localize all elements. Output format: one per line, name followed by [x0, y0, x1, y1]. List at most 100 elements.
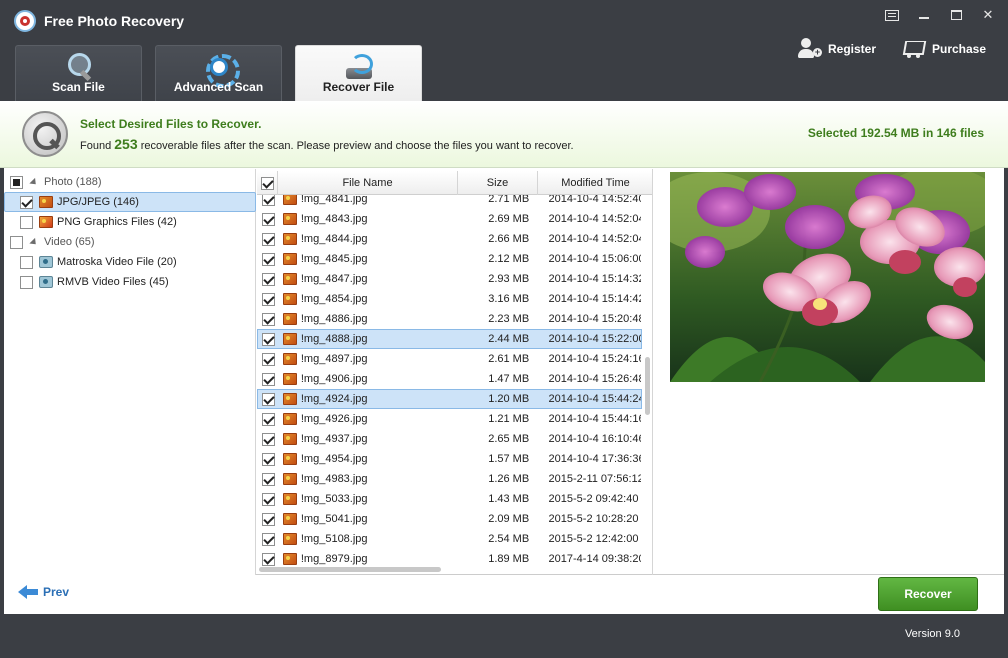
- file-name-cell: !mg_4983.jpg: [279, 473, 458, 485]
- image-file-icon: [282, 253, 297, 265]
- minimize-button[interactable]: [908, 4, 940, 26]
- tree-checkbox[interactable]: [20, 255, 33, 269]
- info-description: Found 253 recoverable files after the sc…: [80, 136, 574, 152]
- tab-scan-file[interactable]: Scan File: [15, 45, 142, 101]
- image-file-icon: [282, 413, 297, 425]
- row-checkbox[interactable]: [261, 195, 275, 206]
- table-row[interactable]: !mg_4854.jpg 3.16 MB 2014-10-4 15:14:42: [257, 289, 642, 309]
- register-button[interactable]: + Register: [798, 38, 876, 60]
- close-button[interactable]: ✕: [972, 4, 1004, 26]
- table-row[interactable]: !mg_4843.jpg 2.69 MB 2014-10-4 14:52:04: [257, 209, 642, 229]
- tree-item-jpg[interactable]: JPG/JPEG (146): [4, 192, 256, 212]
- row-checkbox[interactable]: [261, 212, 275, 226]
- row-checkbox[interactable]: [261, 532, 275, 546]
- table-row[interactable]: !mg_5033.jpg 1.43 MB 2015-5-2 09:42:40: [257, 489, 642, 509]
- tree-item-png[interactable]: PNG Graphics Files (42): [4, 212, 256, 232]
- row-checkbox[interactable]: [261, 492, 275, 506]
- tree-checkbox[interactable]: [10, 175, 23, 189]
- table-row[interactable]: !mg_5108.jpg 2.54 MB 2015-5-2 12:42:00: [257, 529, 642, 549]
- tree-checkbox[interactable]: [20, 195, 33, 209]
- file-name: !mg_4854.jpg: [300, 293, 368, 305]
- file-name-cell: !mg_5033.jpg: [279, 493, 458, 505]
- file-name-cell: !mg_4888.jpg: [279, 333, 458, 345]
- table-row[interactable]: !mg_5041.jpg 2.09 MB 2015-5-2 10:28:20: [257, 509, 642, 529]
- row-checkbox[interactable]: [261, 272, 275, 286]
- column-file-name[interactable]: File Name: [278, 171, 458, 195]
- tree-item-video[interactable]: Video (65): [4, 232, 256, 252]
- row-checkbox[interactable]: [261, 332, 275, 346]
- row-checkbox[interactable]: [261, 452, 275, 466]
- horizontal-scrollbar[interactable]: [259, 567, 441, 572]
- video-file-icon: [39, 276, 53, 288]
- register-label: Register: [828, 42, 877, 56]
- file-name: !mg_4888.jpg: [300, 333, 368, 345]
- column-size[interactable]: Size: [458, 171, 538, 195]
- file-size: 2.71 MB: [488, 195, 530, 205]
- tree-item-rmvb[interactable]: RMVB Video Files (45): [4, 272, 256, 292]
- modified-time: 2014-10-4 16:10:46: [548, 433, 641, 445]
- file-size: 2.93 MB: [488, 273, 530, 285]
- purchase-button[interactable]: Purchase: [902, 38, 986, 60]
- file-size: 2.69 MB: [488, 213, 530, 225]
- select-all-checkbox[interactable]: [260, 176, 274, 190]
- file-name-cell: !mg_4854.jpg: [279, 293, 458, 305]
- file-name-cell: !mg_5041.jpg: [279, 513, 458, 525]
- table-row[interactable]: !mg_4897.jpg 2.61 MB 2014-10-4 15:24:16: [257, 349, 642, 369]
- expand-arrow-icon[interactable]: [29, 177, 39, 187]
- image-file-icon: [282, 333, 297, 345]
- menu-button[interactable]: [876, 4, 908, 26]
- tab-recover-file[interactable]: Recover File: [295, 45, 422, 101]
- table-row[interactable]: !mg_4937.jpg 2.65 MB 2014-10-4 16:10:46: [257, 429, 642, 449]
- prev-button[interactable]: Prev: [18, 585, 69, 599]
- modified-time: 2014-10-4 15:14:32: [548, 273, 641, 285]
- table-row[interactable]: !mg_4983.jpg 1.26 MB 2015-2-11 07:56:12: [257, 469, 642, 489]
- tab-advanced-scan[interactable]: Advanced Scan: [155, 45, 282, 101]
- table-row[interactable]: !mg_4926.jpg 1.21 MB 2014-10-4 15:44:16: [257, 409, 642, 429]
- file-name-cell: !mg_4937.jpg: [279, 433, 458, 445]
- row-checkbox[interactable]: [261, 432, 275, 446]
- table-row[interactable]: !mg_4954.jpg 1.57 MB 2014-10-4 17:36:36: [257, 449, 642, 469]
- table-row[interactable]: !mg_4906.jpg 1.47 MB 2014-10-4 15:26:48: [257, 369, 642, 389]
- status-bar: Version 9.0: [4, 614, 1004, 654]
- row-checkbox[interactable]: [261, 392, 275, 406]
- row-checkbox[interactable]: [261, 372, 275, 386]
- row-checkbox[interactable]: [261, 312, 275, 326]
- maximize-button[interactable]: [940, 4, 972, 26]
- tree-checkbox[interactable]: [20, 275, 33, 289]
- column-modified-time[interactable]: Modified Time: [538, 171, 652, 195]
- table-row[interactable]: !mg_4886.jpg 2.23 MB 2014-10-4 15:20:48: [257, 309, 642, 329]
- row-checkbox[interactable]: [261, 512, 275, 526]
- table-row[interactable]: !mg_4841.jpg 2.71 MB 2014-10-4 14:52:40: [257, 195, 642, 209]
- row-checkbox[interactable]: [261, 252, 275, 266]
- vertical-scrollbar[interactable]: [645, 357, 650, 415]
- expand-arrow-icon[interactable]: [29, 237, 39, 247]
- row-checkbox[interactable]: [261, 552, 275, 566]
- row-checkbox[interactable]: [261, 232, 275, 246]
- image-file-icon: [282, 553, 297, 565]
- table-row[interactable]: !mg_4847.jpg 2.93 MB 2014-10-4 15:14:32: [257, 269, 642, 289]
- row-checkbox[interactable]: [261, 352, 275, 366]
- table-row[interactable]: !mg_4888.jpg 2.44 MB 2014-10-4 15:22:00: [257, 329, 642, 349]
- file-name-cell: !mg_4847.jpg: [279, 273, 458, 285]
- file-name: !mg_5033.jpg: [300, 493, 368, 505]
- image-file-icon: [282, 195, 297, 205]
- table-row[interactable]: !mg_8979.jpg 1.89 MB 2017-4-14 09:38:20: [257, 549, 642, 567]
- modified-time: 2014-10-4 15:24:16: [548, 353, 641, 365]
- tree-item-matroska[interactable]: Matroska Video File (20): [4, 252, 256, 272]
- row-checkbox[interactable]: [261, 412, 275, 426]
- file-size: 2.54 MB: [488, 533, 530, 545]
- menu-icon: [885, 9, 899, 21]
- table-row[interactable]: !mg_4844.jpg 2.66 MB 2014-10-4 14:52:04: [257, 229, 642, 249]
- table-row[interactable]: !mg_4845.jpg 2.12 MB 2014-10-4 15:06:00: [257, 249, 642, 269]
- row-checkbox-cell: [258, 452, 279, 466]
- tree-item-photo[interactable]: Photo (188): [4, 172, 256, 192]
- file-name-cell: !mg_4845.jpg: [279, 253, 458, 265]
- table-row[interactable]: !mg_4924.jpg 1.20 MB 2014-10-4 15:44:24: [257, 389, 642, 409]
- tree-checkbox[interactable]: [20, 215, 33, 229]
- row-checkbox[interactable]: [261, 472, 275, 486]
- row-checkbox[interactable]: [261, 292, 275, 306]
- file-name-cell: !mg_4841.jpg: [279, 195, 458, 205]
- file-size: 2.23 MB: [488, 313, 530, 325]
- recover-button[interactable]: Recover: [878, 577, 978, 611]
- tree-checkbox[interactable]: [10, 235, 23, 249]
